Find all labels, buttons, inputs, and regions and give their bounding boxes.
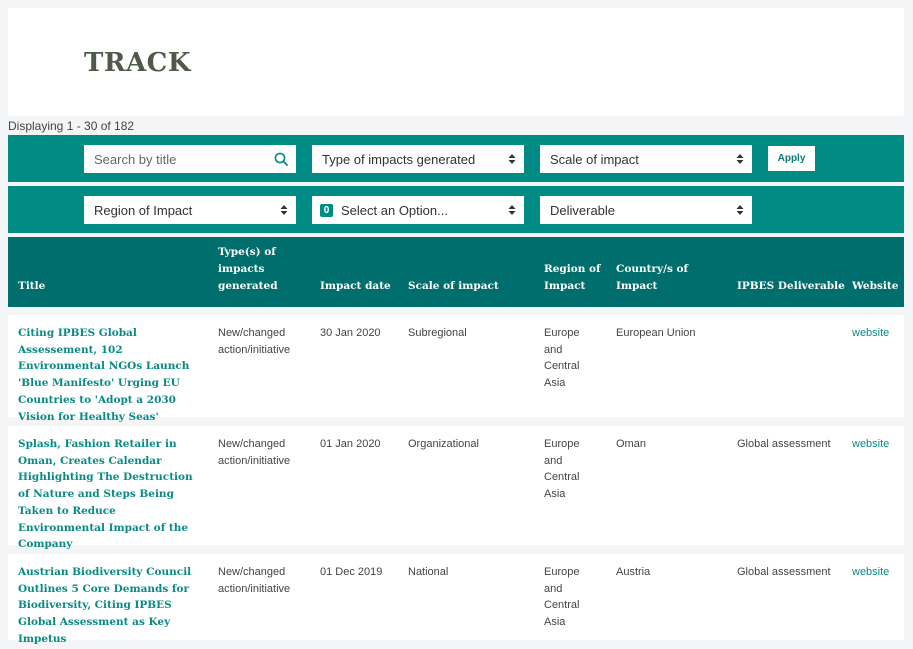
row-website-link[interactable]: website <box>852 564 889 581</box>
row-types: New/changed action/initiative <box>218 438 291 467</box>
row-scale: National <box>408 566 449 578</box>
table-row: Austrian Biodiversity Council Outlines 5… <box>8 554 904 645</box>
table-row: Citing IPBES Global Assessement, 102 Env… <box>8 315 904 423</box>
row-title-link[interactable]: Citing IPBES Global Assessement, 102 Env… <box>18 325 203 425</box>
search-input[interactable] <box>94 151 264 167</box>
select-arrows-icon <box>280 205 288 215</box>
country-multiselect-value: Select an Option... <box>341 202 448 218</box>
column-header-scale[interactable]: Scale of impact <box>408 278 499 295</box>
row-date: 01 Jan 2020 <box>320 438 381 450</box>
page-header: TRACK <box>8 8 904 116</box>
table-row: Splash, Fashion Retailer in Oman, Create… <box>8 426 904 550</box>
row-title-link[interactable]: Splash, Fashion Retailer in Oman, Create… <box>18 436 203 553</box>
row-region: Europe and Central Asia <box>544 327 580 390</box>
apply-button[interactable]: Apply <box>768 146 815 171</box>
row-title-link[interactable]: Austrian Biodiversity Council Outlines 5… <box>18 564 203 648</box>
search-icon[interactable] <box>274 152 288 169</box>
row-types: New/changed action/initiative <box>218 566 291 595</box>
row-region: Europe and Central Asia <box>544 438 580 501</box>
scale-of-impact-select[interactable]: Scale of impact <box>540 145 752 173</box>
column-header-types[interactable]: Type(s) of impacts generated <box>218 244 298 295</box>
row-scale: Organizational <box>408 438 479 450</box>
selected-count-badge: 0 <box>320 203 333 217</box>
select-arrows-icon <box>508 205 516 215</box>
row-country: Oman <box>616 438 646 450</box>
filter-bar-secondary: Region of Impact 0 Select an Option... D… <box>8 186 904 233</box>
select-arrows-icon <box>736 205 744 215</box>
region-of-impact-select[interactable]: Region of Impact <box>84 196 296 224</box>
search-field[interactable] <box>84 145 296 173</box>
column-header-title[interactable]: Title <box>18 278 45 295</box>
table-header: Title Type(s) of impacts generated Impac… <box>8 237 904 307</box>
column-header-website[interactable]: Website <box>852 278 898 295</box>
type-of-impacts-value: Type of impacts generated <box>322 151 476 167</box>
select-arrows-icon <box>736 154 744 164</box>
country-multiselect[interactable]: 0 Select an Option... <box>312 196 524 224</box>
row-scale: Subregional <box>408 327 467 339</box>
column-header-country[interactable]: Country/s of Impact <box>616 261 706 295</box>
row-deliverable: Global assessment <box>737 438 831 450</box>
row-types: New/changed action/initiative <box>218 327 291 356</box>
scale-of-impact-value: Scale of impact <box>550 151 639 167</box>
deliverable-value: Deliverable <box>550 202 616 218</box>
row-website-link[interactable]: website <box>852 325 889 342</box>
row-date: 01 Dec 2019 <box>320 566 383 578</box>
row-website-link[interactable]: website <box>852 436 889 453</box>
column-header-impact-date[interactable]: Impact date <box>320 278 391 295</box>
column-header-deliverable[interactable]: IPBES Deliverable <box>737 278 845 295</box>
region-of-impact-value: Region of Impact <box>94 202 193 218</box>
select-arrows-icon <box>508 154 516 164</box>
row-country: European Union <box>616 327 696 339</box>
row-deliverable: Global assessment <box>737 566 831 578</box>
column-header-region[interactable]: Region of Impact <box>544 261 604 295</box>
row-country: Austria <box>616 566 651 578</box>
type-of-impacts-select[interactable]: Type of impacts generated <box>312 145 524 173</box>
deliverable-select[interactable]: Deliverable <box>540 196 752 224</box>
row-region: Europe and Central Asia <box>544 566 580 629</box>
page-title: TRACK <box>84 48 191 78</box>
filter-bar-primary: Type of impacts generated Scale of impac… <box>8 135 904 182</box>
result-count: Displaying 1 - 30 of 182 <box>8 119 135 133</box>
row-date: 30 Jan 2020 <box>320 327 381 339</box>
